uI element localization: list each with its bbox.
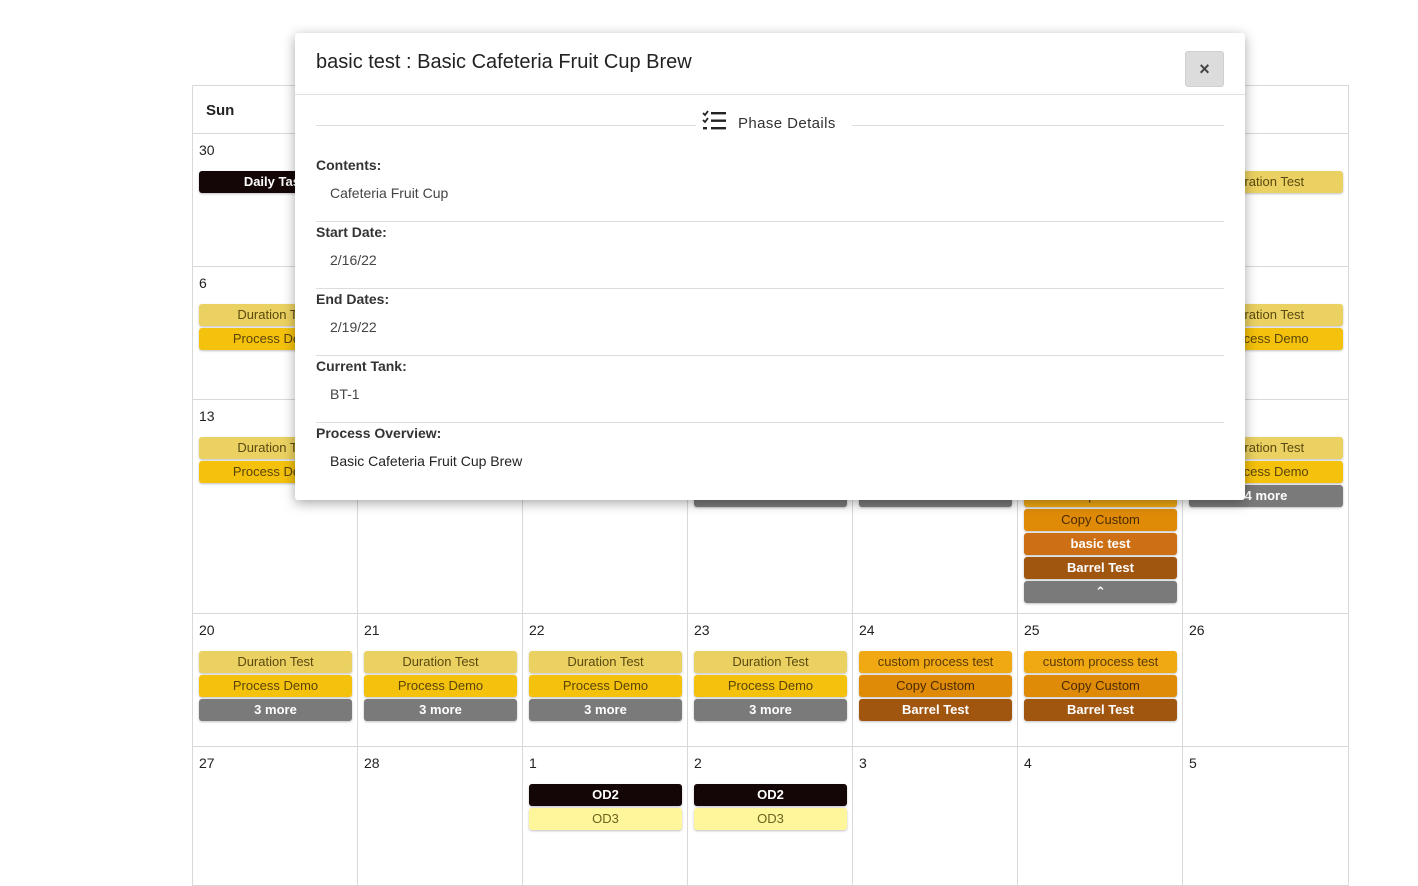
detail-field: End Dates: 2/19/22: [316, 289, 1224, 356]
calendar-week: 20 Duration Test Process Demo 3 more 21 Durat…: [192, 613, 1349, 746]
calendar-event[interactable]: Duration Test: [199, 651, 352, 673]
calendar-event[interactable]: Duration Test: [364, 651, 517, 673]
calendar-event[interactable]: Barrel Test: [859, 699, 1012, 721]
calendar-day-cell[interactable]: 1 OD2 OD3: [523, 747, 688, 885]
day-number: 1: [529, 755, 537, 771]
detail-field: Current Tank: BT-1: [316, 356, 1224, 423]
day-number: 27: [199, 755, 215, 771]
calendar-event[interactable]: Copy Custom: [1024, 675, 1177, 697]
close-button[interactable]: ×: [1185, 51, 1224, 87]
calendar-week: 27 28 1 OD2 OD3 2 OD2 OD3 3 4 5: [192, 746, 1349, 886]
calendar-day-cell[interactable]: 5: [1183, 747, 1348, 885]
calendar-day-cell[interactable]: 26: [1183, 614, 1348, 746]
calendar-event[interactable]: basic test: [1024, 533, 1177, 555]
calendar-day-cell[interactable]: 28: [358, 747, 523, 885]
calendar-day-cell[interactable]: 22 Duration Test Process Demo 3 more: [523, 614, 688, 746]
day-number: 21: [364, 622, 380, 638]
detail-field-value: Basic Cafeteria Fruit Cup Brew: [330, 453, 523, 469]
details-fields: Contents: Cafeteria Fruit Cup Start Date: 2…: [316, 155, 1224, 490]
section-title: Phase Details: [738, 114, 836, 132]
detail-field-label: End Dates:: [316, 291, 390, 307]
detail-field-label: Process Overview:: [316, 425, 442, 441]
day-number: 23: [694, 622, 710, 638]
more-events-link[interactable]: 3 more: [529, 699, 682, 721]
calendar-event[interactable]: Duration Test: [529, 651, 682, 673]
detail-field-value: BT-1: [330, 386, 360, 402]
day-number: 22: [529, 622, 545, 638]
detail-field-label: Current Tank:: [316, 358, 407, 374]
calendar-event[interactable]: Process Demo: [694, 675, 847, 697]
calendar-day-cell[interactable]: 2 OD2 OD3: [688, 747, 853, 885]
calendar-event[interactable]: Barrel Test: [1024, 699, 1177, 721]
calendar-event[interactable]: Process Demo: [199, 675, 352, 697]
day-number: 24: [859, 622, 875, 638]
more-events-link[interactable]: 3 more: [199, 699, 352, 721]
more-events-link[interactable]: 3 more: [364, 699, 517, 721]
day-number: 4: [1024, 755, 1032, 771]
calendar-day-cell[interactable]: 4: [1018, 747, 1183, 885]
modal-header: basic test : Basic Cafeteria Fruit Cup B…: [295, 33, 1245, 95]
section-label: Phase Details: [696, 110, 852, 136]
detail-field: Process Overview: Basic Cafeteria Fruit C…: [316, 423, 1224, 490]
collapse-events-button[interactable]: ⌃: [1024, 581, 1177, 603]
calendar-day-cell[interactable]: 24 custom process test Copy Custom Barrel T…: [853, 614, 1018, 746]
day-number: 26: [1189, 622, 1205, 638]
detail-field-value: 2/16/22: [330, 252, 377, 268]
close-icon: ×: [1199, 58, 1210, 79]
calendar-day-cell[interactable]: 23 Duration Test Process Demo 3 more: [688, 614, 853, 746]
calendar-event[interactable]: Copy Custom: [1024, 509, 1177, 531]
calendar-event[interactable]: OD3: [529, 808, 682, 830]
list-check-icon: [702, 110, 726, 136]
modal-title: basic test : Basic Cafeteria Fruit Cup B…: [316, 51, 692, 73]
calendar-event[interactable]: Process Demo: [364, 675, 517, 697]
calendar-day-cell[interactable]: 21 Duration Test Process Demo 3 more: [358, 614, 523, 746]
calendar-day-cell[interactable]: 3: [853, 747, 1018, 885]
day-number: 25: [1024, 622, 1040, 638]
calendar-event[interactable]: Duration Test: [694, 651, 847, 673]
calendar-event[interactable]: custom process test: [859, 651, 1012, 673]
calendar-day-cell[interactable]: 27: [193, 747, 358, 885]
day-number: 3: [859, 755, 867, 771]
day-number: 2: [694, 755, 702, 771]
calendar-event[interactable]: Process Demo: [529, 675, 682, 697]
detail-field-label: Contents:: [316, 157, 382, 173]
phase-details-modal: basic test : Basic Cafeteria Fruit Cup B…: [295, 33, 1245, 500]
day-number: 5: [1189, 755, 1197, 771]
detail-field: Contents: Cafeteria Fruit Cup: [316, 155, 1224, 222]
section-heading: Phase Details: [316, 95, 1224, 155]
detail-field-value: 2/19/22: [330, 319, 377, 335]
calendar-day-cell[interactable]: 25 custom process test Copy Custom Barrel T…: [1018, 614, 1183, 746]
detail-field-value: Cafeteria Fruit Cup: [330, 185, 449, 201]
day-number: 20: [199, 622, 215, 638]
calendar-day-cell[interactable]: 20 Duration Test Process Demo 3 more: [193, 614, 358, 746]
detail-field: Start Date: 2/16/22: [316, 222, 1224, 289]
calendar-event[interactable]: OD2: [529, 784, 682, 806]
calendar-event[interactable]: OD2: [694, 784, 847, 806]
calendar-event[interactable]: custom process test: [1024, 651, 1177, 673]
calendar-event[interactable]: Copy Custom: [859, 675, 1012, 697]
calendar-event[interactable]: Barrel Test: [1024, 557, 1177, 579]
day-number: 28: [364, 755, 380, 771]
calendar-event[interactable]: OD3: [694, 808, 847, 830]
modal-body: Phase Details Contents: Cafeteria Fruit C…: [295, 95, 1245, 490]
more-events-link[interactable]: 3 more: [694, 699, 847, 721]
detail-field-label: Start Date:: [316, 224, 387, 240]
